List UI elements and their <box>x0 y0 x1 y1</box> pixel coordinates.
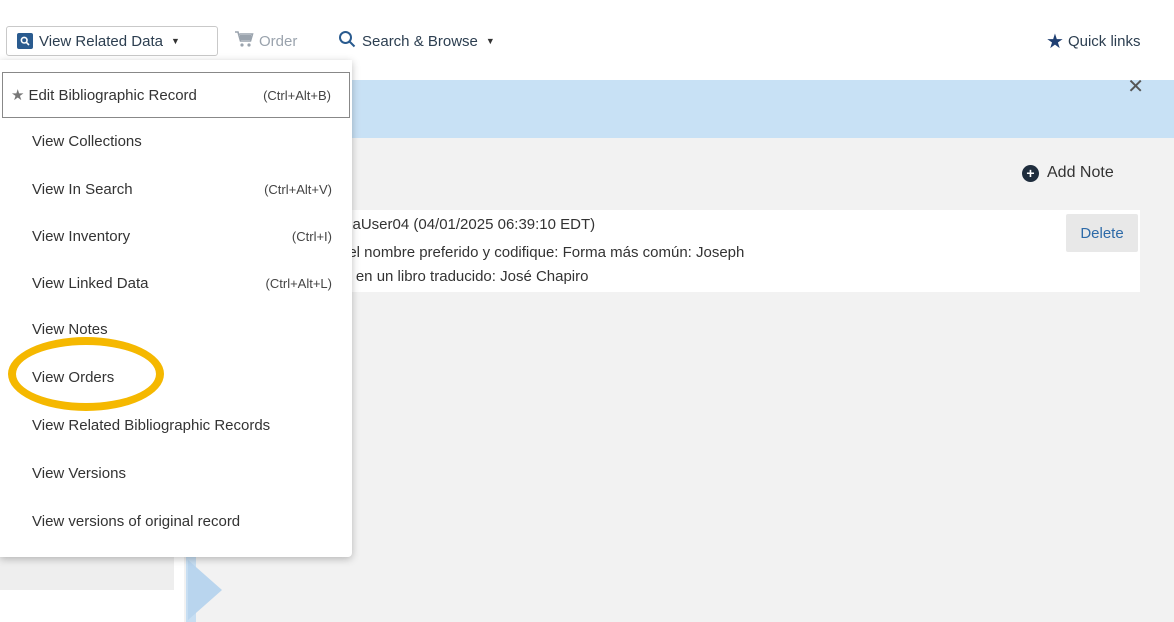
menu-item-view-collections[interactable]: View Collections <box>0 118 352 164</box>
menu-item-label: Edit Bibliographic Record <box>28 86 197 104</box>
order-button[interactable]: Order <box>234 26 297 56</box>
cart-icon <box>234 30 254 52</box>
menu-item-view-related-bibliographic-records[interactable]: View Related Bibliographic Records <box>0 402 352 448</box>
chevron-down-icon: ▼ <box>485 36 495 46</box>
search-browse-button[interactable]: Search & Browse ▼ <box>338 26 495 56</box>
quick-links-label: Quick links <box>1067 32 1141 50</box>
menu-item-label: View Orders <box>32 368 115 386</box>
delete-button[interactable]: Delete <box>1066 214 1138 252</box>
menu-item-label: View Linked Data <box>32 274 149 292</box>
menu-item-view-linked-data[interactable]: View Linked Data (Ctrl+Alt+L) <box>0 260 352 306</box>
search-icon <box>17 33 33 49</box>
menu-item-label: View Versions <box>32 464 126 482</box>
magnifier-icon <box>338 30 356 52</box>
menu-item-view-inventory[interactable]: View Inventory (Ctrl+I) <box>0 213 352 259</box>
star-icon: ★ <box>1046 30 1064 53</box>
add-note-label: Add Note <box>1047 164 1114 181</box>
search-browse-label: Search & Browse <box>362 32 478 50</box>
quick-links-button[interactable]: ★ Quick links <box>1046 26 1140 56</box>
menu-item-edit-bibliographic-record[interactable]: ★ Edit Bibliographic Record (Ctrl+Alt+B) <box>2 72 350 118</box>
menu-item-view-versions[interactable]: View Versions <box>0 450 352 496</box>
menu-item-view-notes[interactable]: View Notes <box>0 306 352 352</box>
menu-item-label: View Notes <box>32 320 108 338</box>
panel-collapse-arrow[interactable] <box>188 560 222 620</box>
menu-item-label: View Inventory <box>32 227 131 245</box>
star-icon: ★ <box>11 87 25 104</box>
view-related-data-button[interactable]: View Related Data ▼ <box>6 26 218 56</box>
menu-item-shortcut: (Ctrl+Alt+L) <box>265 275 332 291</box>
view-related-data-label: View Related Data <box>39 32 163 50</box>
menu-item-label: View In Search <box>32 180 133 198</box>
note-text-line: del nombre preferido y codifique: Forma … <box>340 244 745 261</box>
related-data-dropdown: ★ Edit Bibliographic Record (Ctrl+Alt+B)… <box>0 60 352 557</box>
menu-item-view-versions-of-original-record[interactable]: View versions of original record <box>0 498 352 544</box>
menu-item-view-in-search[interactable]: View In Search (Ctrl+Alt+V) <box>0 166 352 212</box>
menu-item-shortcut: (Ctrl+Alt+V) <box>264 181 332 197</box>
menu-item-label: View Related Bibliographic Records <box>32 416 271 434</box>
order-label: Order <box>259 32 298 50</box>
menu-item-label: View Collections <box>32 132 142 150</box>
note-text-line: ió en un libro traducido: José Chapiro <box>340 268 589 285</box>
note-header: maUser04 (04/01/2025 06:39:10 EDT) <box>340 216 596 233</box>
plus-circle-icon: + <box>1022 164 1039 182</box>
menu-item-shortcut: (Ctrl+Alt+B) <box>263 87 331 103</box>
menu-item-view-orders[interactable]: View Orders <box>0 354 352 400</box>
menu-item-label: View versions of original record <box>32 512 241 530</box>
menu-item-shortcut: (Ctrl+I) <box>291 228 332 244</box>
add-note-button[interactable]: + Add Note <box>1022 164 1114 182</box>
chevron-down-icon: ▼ <box>170 36 180 46</box>
